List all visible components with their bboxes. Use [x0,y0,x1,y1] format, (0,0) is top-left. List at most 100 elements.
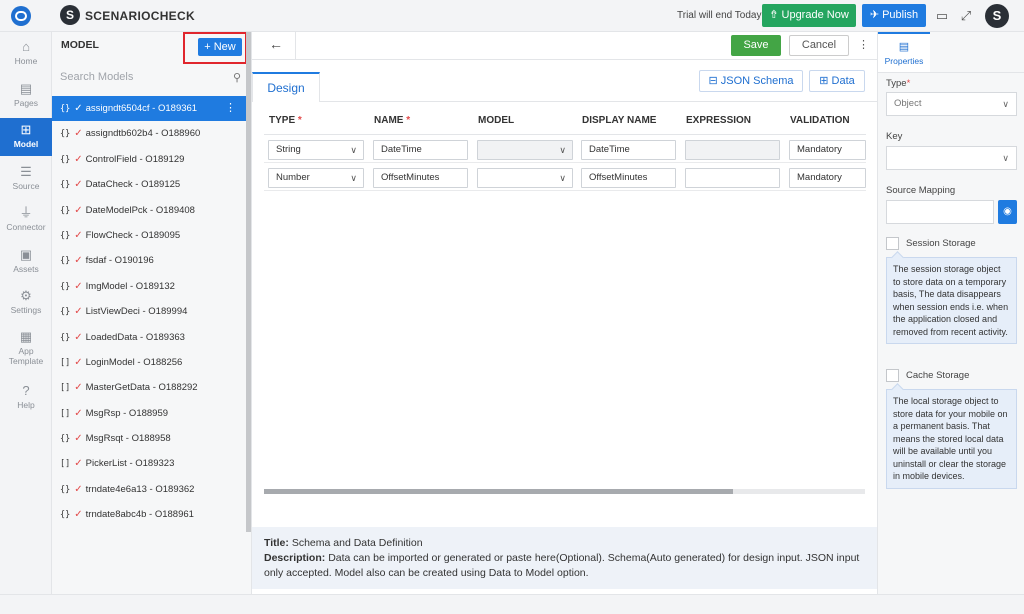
model-select[interactable]: ∨ [477,140,573,160]
list-item[interactable]: {} ✓ fsdaf - O190196 [52,248,246,273]
expression-input[interactable] [685,168,780,188]
validation-select[interactable]: Mandatory [789,168,866,188]
more-vertical-icon[interactable]: ⋮ [225,96,236,121]
search-models-input[interactable] [60,69,225,85]
nav-item-assets[interactable]: ▣ Assets [0,248,52,282]
new-model-button[interactable]: + New [198,38,242,56]
list-item[interactable]: {} ✓ ListViewDeci - O189994 [52,299,246,324]
column-header-validation: VALIDATION [790,115,850,126]
tabs-row: Design ⊟ JSON Schema ⊞ Data [252,60,877,102]
table-icon: ⊞ [819,75,832,87]
model-type-icon: {} [60,281,71,292]
model-list-scrollbar[interactable] [246,32,251,532]
check-icon: ✓ [74,280,83,292]
brand-badge: S [60,5,80,25]
list-item[interactable]: {} ✓ FlowCheck - O189095 [52,223,246,248]
nav-item-connector[interactable]: ⏚ Connector [0,206,52,240]
type-select[interactable]: String ∨ [268,140,364,160]
column-header-type: TYPE * [269,115,302,126]
session-storage-checkbox[interactable] [886,237,899,250]
list-item[interactable]: {} ✓ DataCheck - O189125 [52,172,246,197]
list-item[interactable]: {} ✓ MsgRsqt - O188958 [52,426,246,451]
list-item[interactable]: {} ✓ assigndtb602b4 - O188960 [52,121,246,146]
nav-label: Settings [10,305,42,315]
search-icon[interactable]: ⚲ [233,71,241,84]
scrollbar-thumb[interactable] [264,489,733,494]
type-dropdown[interactable]: Object ∨ [886,92,1017,116]
model-grid-icon: ⊞ [20,122,32,137]
validation-select[interactable]: Mandatory [789,140,866,160]
left-nav: ⌂ Home ▤ Pages ⊞ Model ☰ Source ⏚ Connec… [0,32,52,594]
nav-item-app-template[interactable]: ▦ App Template [0,330,52,374]
info-description: Description: Data can be imported or gen… [264,552,860,579]
list-item[interactable]: [] ✓ LoginModel - O188256 [52,350,246,375]
pages-icon: ▤ [19,81,33,96]
list-item[interactable]: [] ✓ PickerList - O189323 [52,451,246,476]
name-input[interactable]: OffsetMinutes [373,168,468,188]
nav-item-help[interactable]: ? Help [0,384,52,418]
model-name: fsdaf - O190196 [85,255,154,267]
more-vertical-icon[interactable]: ⋮ [858,38,869,51]
source-mapping-input[interactable] [886,200,994,224]
model-name: MasterGetData - O188292 [85,382,198,394]
model-name: DateModelPck - O189408 [85,204,195,216]
grid-horizontal-scrollbar[interactable] [264,489,865,494]
top-bar: S SCENARIOCHECK Trial will end Today ⇮ U… [0,0,1024,32]
display-name-input[interactable]: DateTime [581,140,676,160]
model-name: LoadedData - O189363 [85,331,185,343]
bottom-bar [0,594,1024,614]
check-icon: ✓ [74,433,83,445]
expand-icon[interactable]: ⤢ [958,8,974,24]
check-icon: ✓ [74,306,83,318]
expression-input[interactable] [685,140,780,160]
upgrade-now-button[interactable]: ⇮ Upgrade Now [762,4,856,27]
list-item[interactable]: [] ✓ MasterGetData - O188292 [52,375,246,400]
json-schema-button[interactable]: ⊟ JSON Schema [699,70,803,92]
tab-properties[interactable]: ▤ Properties [878,32,930,72]
assets-icon: ▣ [19,247,33,262]
list-item[interactable]: {} ✓ LoadedData - O189363 [52,325,246,350]
nav-item-home[interactable]: ⌂ Home [0,40,52,74]
model-type-icon: {} [60,205,71,216]
nav-item-pages[interactable]: ▤ Pages [0,82,52,116]
list-item[interactable]: {} ✓ trndate4e6a13 - O189362 [52,477,246,502]
nav-label: Assets [13,264,39,274]
key-label: Key [886,131,903,142]
list-item[interactable]: {} ✓ DateModelPck - O189408 [52,198,246,223]
main-toolbar: ← Save Cancel ⋮ [252,32,877,60]
cancel-button[interactable]: Cancel [789,35,849,56]
source-mapping-label: Source Mapping [886,185,956,196]
publish-button[interactable]: ✈ Publish [862,4,926,27]
model-name: FlowCheck - O189095 [85,229,181,241]
nav-item-model[interactable]: ⊞ Model [0,118,52,156]
app-logo-icon[interactable] [11,6,31,26]
list-item[interactable]: {} ✓ ImgModel - O189132 [52,274,246,299]
column-header-model: MODEL [478,115,515,126]
list-item[interactable]: {} ✓ assigndt6504cf - O189361 ⋮ [52,96,246,122]
model-name: ControlField - O189129 [85,153,185,165]
data-button[interactable]: ⊞ Data [809,70,865,92]
user-avatar[interactable]: S [985,4,1009,28]
check-icon: ✓ [74,229,83,241]
nav-item-source[interactable]: ☰ Source [0,165,52,199]
nav-item-settings[interactable]: ⚙ Settings [0,289,52,323]
key-dropdown[interactable]: ∨ [886,146,1017,170]
eye-icon[interactable]: ◉ [998,200,1017,224]
save-button[interactable]: Save [731,35,781,56]
name-input[interactable]: DateTime [373,140,468,160]
column-header-name: NAME * [374,115,411,126]
back-arrow-icon[interactable]: ← [269,36,283,52]
type-select[interactable]: Number ∨ [268,168,364,188]
model-select[interactable]: ∨ [477,168,573,188]
list-item[interactable]: {} ✓ ControlField - O189129 [52,147,246,172]
clipboard-icon: ▤ [898,41,910,53]
list-item[interactable]: [] ✓ MsgRsp - O188959 [52,401,246,426]
model-name: PickerList - O189323 [85,458,175,470]
list-item[interactable]: {} ✓ trndate8abc4b - O188961 [52,502,246,527]
check-icon: ✓ [74,179,83,191]
cache-storage-checkbox[interactable] [886,369,899,382]
display-name-input[interactable]: OffsetMinutes [581,168,676,188]
tab-design[interactable]: Design [252,72,320,102]
check-icon: ✓ [74,382,83,394]
feedback-icon[interactable]: ▭ [934,8,950,24]
